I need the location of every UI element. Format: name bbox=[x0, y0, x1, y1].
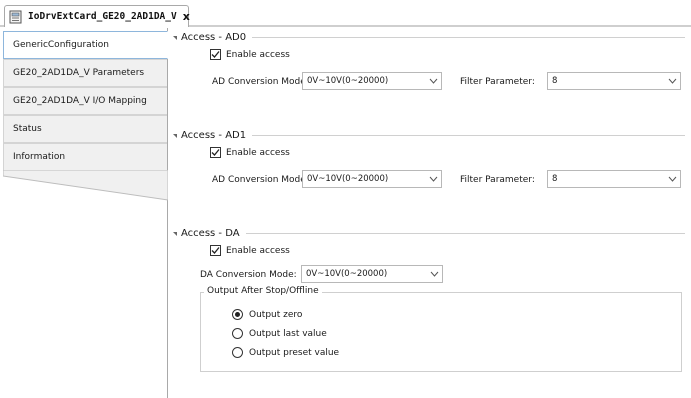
close-icon[interactable]: x bbox=[183, 11, 190, 22]
radio-label: Output last value bbox=[249, 328, 327, 339]
group-rule bbox=[245, 232, 685, 234]
ad1-conversion-mode-select[interactable]: 0V~10V(0~20000) bbox=[302, 170, 442, 188]
nav-item-io-mapping[interactable]: GE20_2AD1DA_V I/O Mapping bbox=[3, 87, 167, 115]
group-header-da[interactable]: Access - DA bbox=[173, 226, 685, 240]
select-value: 0V~10V(0~20000) bbox=[306, 269, 388, 279]
ad-conversion-mode-label: AD Conversion Mode: bbox=[212, 77, 309, 87]
tab-device-editor[interactable]: IoDrvExtCard_GE20_2AD1DA_V x bbox=[4, 5, 190, 27]
editor-tab-strip: IoDrvExtCard_GE20_2AD1DA_V x bbox=[0, 0, 691, 28]
nav-item-information[interactable]: Information bbox=[3, 143, 167, 171]
ad0-conversion-mode-select[interactable]: 0V~10V(0~20000) bbox=[302, 72, 442, 90]
select-value: 0V~10V(0~20000) bbox=[307, 174, 389, 184]
output-after-stop-legend: Output After Stop/Offline bbox=[204, 286, 322, 296]
collapse-triangle-icon[interactable] bbox=[173, 134, 177, 138]
select-value: 8 bbox=[552, 174, 558, 184]
group-header-ad0[interactable]: Access - AD0 bbox=[173, 30, 685, 44]
filter-parameter-label: Filter Parameter: bbox=[460, 77, 535, 87]
radio-button[interactable] bbox=[232, 347, 243, 358]
radio-label: Output preset value bbox=[249, 347, 340, 358]
checkbox-box[interactable] bbox=[210, 49, 221, 60]
radio-output-preset-value[interactable]: Output preset value bbox=[232, 347, 339, 358]
checkbox-label: Enable access bbox=[226, 147, 290, 158]
select-value: 0V~10V(0~20000) bbox=[307, 76, 389, 86]
checkbox-box[interactable] bbox=[210, 147, 221, 158]
ad-conversion-mode-label: AD Conversion Mode: bbox=[212, 175, 309, 185]
select-value: 8 bbox=[552, 76, 558, 86]
nav-item-status[interactable]: Status bbox=[3, 115, 167, 143]
card-icon bbox=[9, 10, 22, 24]
filter-parameter-label: Filter Parameter: bbox=[460, 175, 535, 185]
enable-access-ad0-checkbox[interactable]: Enable access bbox=[210, 49, 290, 60]
group-header-ad1[interactable]: Access - AD1 bbox=[173, 128, 685, 142]
group-rule bbox=[252, 36, 685, 38]
collapse-triangle-icon[interactable] bbox=[173, 232, 177, 236]
nav-item-generic-configuration[interactable]: GenericConfiguration bbox=[3, 31, 168, 59]
nav-item-parameters[interactable]: GE20_2AD1DA_V Parameters bbox=[3, 59, 167, 87]
nav-item-label: Information bbox=[13, 152, 66, 162]
enable-access-ad1-checkbox[interactable]: Enable access bbox=[210, 147, 290, 158]
nav-item-label: GenericConfiguration bbox=[13, 40, 109, 50]
ad1-filter-parameter-select[interactable]: 8 bbox=[547, 170, 681, 188]
tab-title: IoDrvExtCard_GE20_2AD1DA_V bbox=[28, 11, 177, 22]
radio-output-zero[interactable]: Output zero bbox=[232, 309, 302, 320]
collapse-triangle-icon[interactable] bbox=[173, 36, 177, 40]
group-rule bbox=[252, 134, 685, 136]
checkbox-box[interactable] bbox=[210, 245, 221, 256]
group-title: Access - DA bbox=[181, 227, 240, 239]
group-title: Access - AD0 bbox=[181, 31, 247, 43]
da-conversion-mode-select[interactable]: 0V~10V(0~20000) bbox=[301, 265, 443, 283]
radio-label: Output zero bbox=[249, 309, 303, 320]
nav-item-label: GE20_2AD1DA_V Parameters bbox=[13, 68, 145, 78]
nav-tail-decoration bbox=[3, 170, 168, 201]
radio-selected-dot bbox=[235, 312, 240, 317]
group-title: Access - AD1 bbox=[181, 129, 247, 141]
chevron-down-icon[interactable] bbox=[664, 78, 680, 84]
nav-item-label: Status bbox=[13, 124, 42, 134]
chevron-down-icon[interactable] bbox=[425, 176, 441, 182]
nav-item-label: GE20_2AD1DA_V I/O Mapping bbox=[13, 96, 147, 106]
radio-button[interactable] bbox=[232, 309, 243, 320]
checkbox-label: Enable access bbox=[226, 49, 290, 60]
enable-access-da-checkbox[interactable]: Enable access bbox=[210, 245, 290, 256]
chevron-down-icon[interactable] bbox=[425, 78, 441, 84]
radio-output-last-value[interactable]: Output last value bbox=[232, 328, 327, 339]
chevron-down-icon[interactable] bbox=[426, 271, 442, 277]
checkbox-label: Enable access bbox=[226, 245, 290, 256]
da-conversion-mode-label: DA Conversion Mode: bbox=[200, 270, 297, 280]
chevron-down-icon[interactable] bbox=[664, 176, 680, 182]
radio-button[interactable] bbox=[232, 328, 243, 339]
ad0-filter-parameter-select[interactable]: 8 bbox=[547, 72, 681, 90]
